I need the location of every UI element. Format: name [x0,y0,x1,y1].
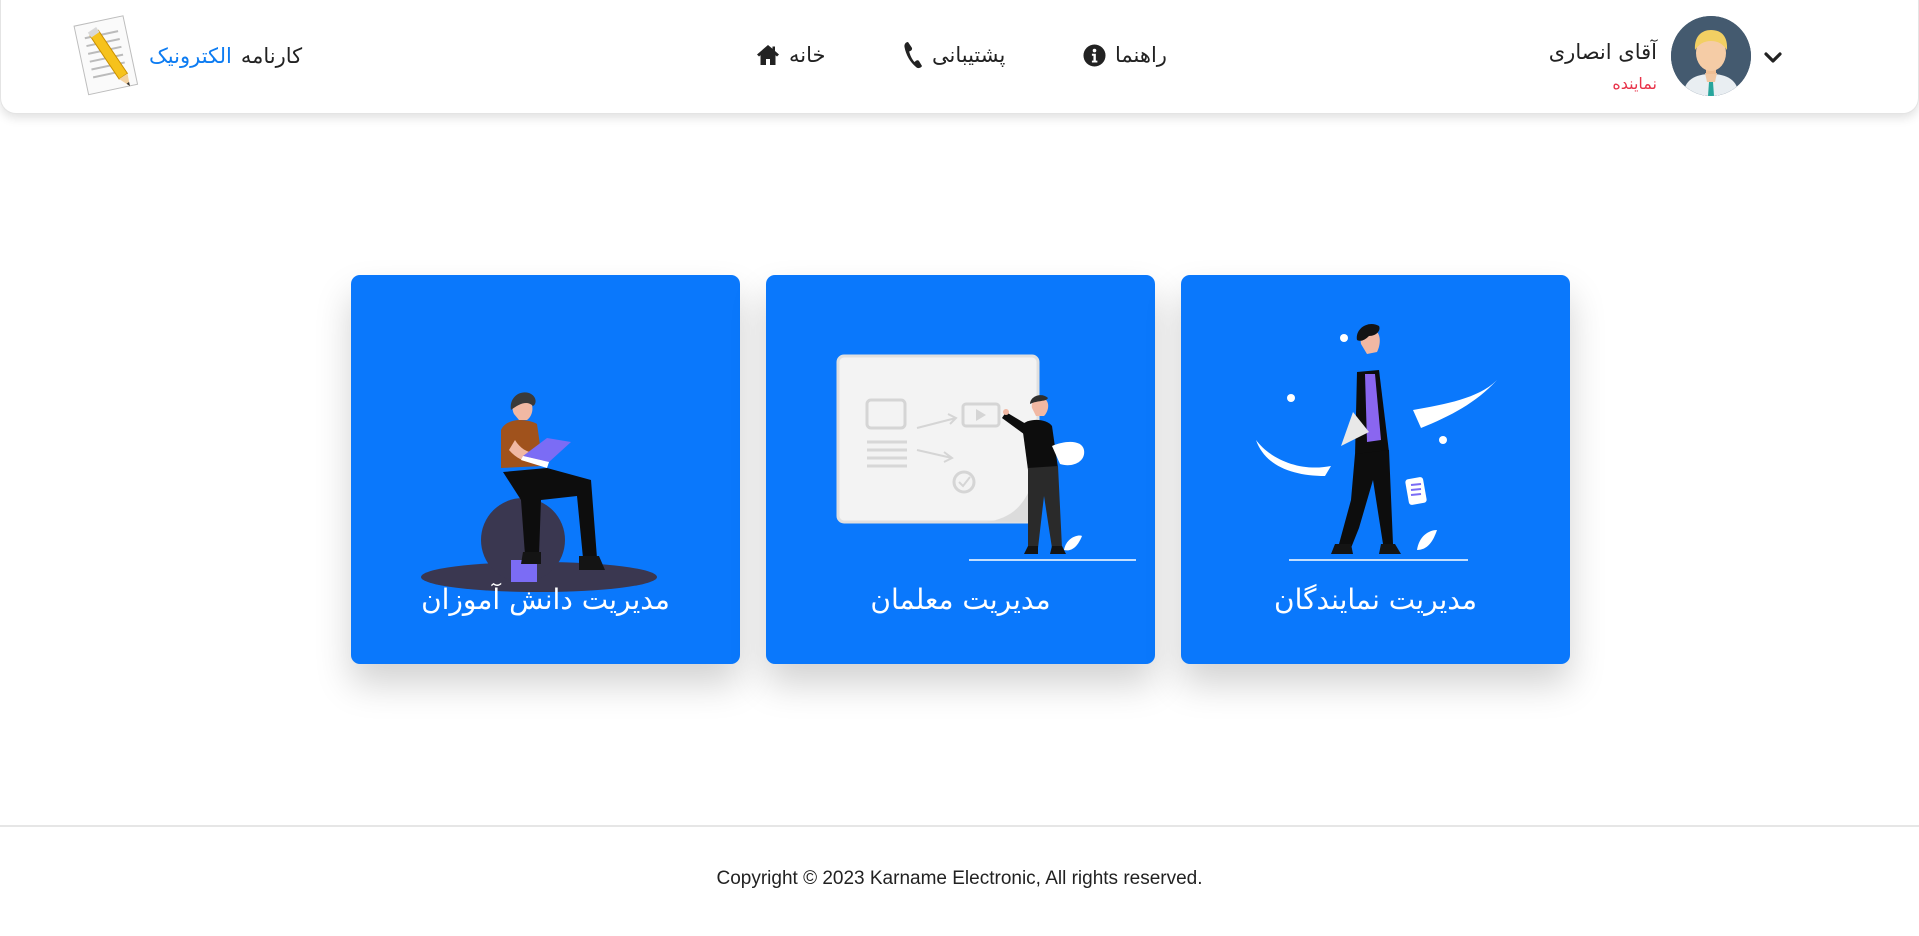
walking-representative-illustration [1256,323,1497,561]
representatives-management-title: مدیریت نمایندگان [1274,583,1477,616]
brand-link[interactable]: کارنامه الکترونیک [71,14,302,98]
nav-guide-label: راهنما [1115,43,1167,67]
nav-home-link[interactable]: خانه [756,43,825,67]
representatives-management-card[interactable]: مدیریت نمایندگان [1181,275,1570,664]
nav-home-label: خانه [789,43,826,67]
user-avatar-icon [1671,16,1751,96]
phone-icon [904,42,922,69]
avatar[interactable] [1671,16,1751,96]
brand-title-accent: الکترونیک [149,44,232,68]
brand-title: کارنامه [240,44,303,68]
nav-guide-link[interactable]: راهنما [1083,43,1167,67]
students-management-card[interactable]: مدیریت دانش آموزان [351,275,740,664]
home-icon [757,45,779,65]
footer-copyright: Copyright © 2023 Karname Electronic, All… [716,868,1203,889]
user-menu[interactable]: آقای انصاری نماینده [1531,16,1791,96]
nav-support-link[interactable]: پشتیبانی [903,41,1005,69]
top-navbar: کارنامه الکترونیک خانه پشتیبانی راهنما آ… [0,0,1919,114]
info-icon [1083,43,1106,67]
teacher-board-illustration [836,354,1136,561]
footer-divider [0,825,1919,827]
students-management-title: مدیریت دانش آموزان [421,583,670,616]
chevron-down-icon[interactable] [1761,46,1785,70]
management-cards: مدیریت دانش آموزان مدیریت معلمان مدیریت … [351,275,1571,665]
user-role: نماینده [1612,74,1657,93]
teachers-management-card[interactable]: مدیریت معلمان [766,275,1155,664]
nav-support-label: پشتیبانی [932,43,1006,67]
reading-student-illustration [421,392,657,592]
teachers-management-title: مدیریت معلمان [870,583,1051,616]
user-name: آقای انصاری [1548,40,1657,64]
pencil-paper-icon [73,15,139,96]
